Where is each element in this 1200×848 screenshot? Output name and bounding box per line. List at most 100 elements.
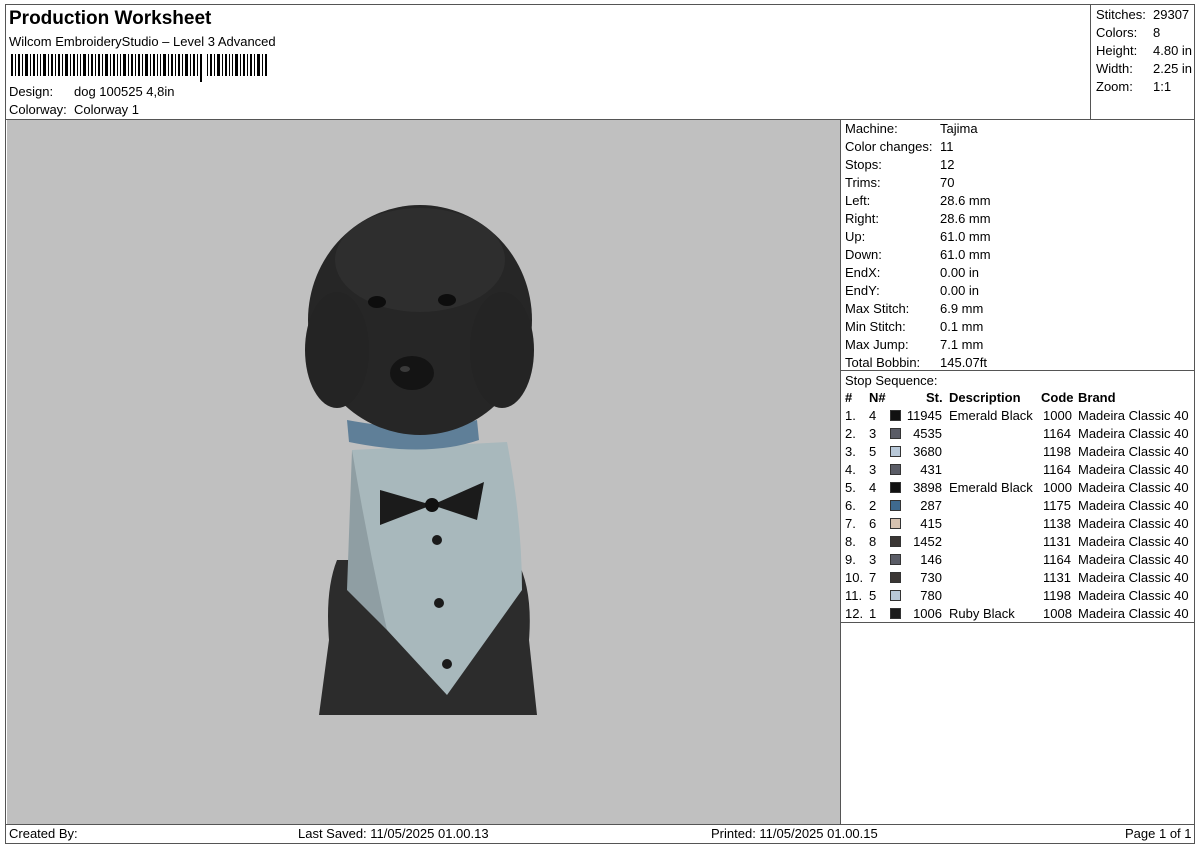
stop-needle: 5 bbox=[869, 444, 877, 459]
color-swatch bbox=[890, 590, 901, 601]
stop-needle: 3 bbox=[869, 462, 877, 477]
page-title: Production Worksheet bbox=[9, 8, 212, 29]
machine-value: 7.1 mm bbox=[940, 337, 984, 352]
machine-row: Right: 28.6 mm bbox=[845, 211, 991, 226]
machine-label: EndY: bbox=[845, 283, 880, 298]
summary-height: Height: 4.80 in bbox=[1096, 43, 1192, 58]
machine-label: Trims: bbox=[845, 175, 881, 190]
stop-brand: Madeira Classic 40 bbox=[1078, 606, 1189, 621]
stop-description: Emerald Black bbox=[949, 480, 1033, 495]
stop-brand: Madeira Classic 40 bbox=[1078, 534, 1189, 549]
machine-row: Trims: 70 bbox=[845, 175, 954, 190]
summary-label: Stitches: bbox=[1096, 7, 1146, 22]
color-swatch bbox=[890, 518, 901, 529]
stop-brand: Madeira Classic 40 bbox=[1078, 426, 1189, 441]
stop-code: 1164 bbox=[1043, 462, 1071, 477]
color-swatch bbox=[890, 554, 901, 565]
summary-value: 4.80 in bbox=[1153, 43, 1193, 58]
summary-value: 8 bbox=[1153, 25, 1161, 40]
stop-stitches: 1452 bbox=[913, 534, 942, 549]
stop-code: 1008 bbox=[1043, 606, 1072, 621]
stop-num: 11. bbox=[845, 588, 863, 603]
embroidery-dog-image bbox=[305, 205, 537, 715]
stop-brand: Madeira Classic 40 bbox=[1078, 570, 1189, 585]
machine-row: Max Jump: 7.1 mm bbox=[845, 337, 983, 352]
machine-label: Down: bbox=[845, 247, 882, 262]
summary-value: 29307 bbox=[1153, 7, 1190, 22]
machine-row: Max Stitch: 6.9 mm bbox=[845, 301, 983, 316]
stop-code: 1198 bbox=[1043, 588, 1071, 603]
machine-label: Left: bbox=[845, 193, 871, 208]
stop-num: 7. bbox=[845, 516, 856, 531]
color-swatch bbox=[890, 464, 901, 475]
color-swatch bbox=[890, 500, 901, 511]
machine-label: Color changes: bbox=[845, 139, 933, 154]
stop-num: 3. bbox=[845, 444, 856, 459]
color-swatch bbox=[890, 536, 901, 547]
col-brand: Brand bbox=[1078, 390, 1116, 405]
stop-code: 1131 bbox=[1043, 534, 1071, 549]
stop-needle: 5 bbox=[869, 588, 877, 603]
stop-num: 5. bbox=[845, 480, 856, 495]
stop-code: 1164 bbox=[1043, 426, 1071, 441]
machine-label: Total Bobbin: bbox=[845, 355, 921, 370]
stop-stitches: 431 bbox=[920, 462, 942, 477]
barcode bbox=[11, 54, 267, 82]
color-swatch bbox=[890, 608, 901, 619]
summary-label: Width: bbox=[1096, 61, 1133, 76]
machine-row: Min Stitch: 0.1 mm bbox=[845, 319, 983, 334]
stop-brand: Madeira Classic 40 bbox=[1078, 444, 1189, 459]
machine-row: Down: 61.0 mm bbox=[845, 247, 991, 262]
stop-stitches: 730 bbox=[920, 570, 942, 585]
footer-page: Page 1 of 1 bbox=[1125, 826, 1192, 841]
design-label: Design: bbox=[9, 84, 54, 99]
stop-needle: 4 bbox=[869, 408, 877, 423]
machine-value: 61.0 mm bbox=[940, 247, 991, 262]
color-swatch bbox=[890, 482, 901, 493]
machine-value: 12 bbox=[940, 157, 955, 172]
machine-value: 70 bbox=[940, 175, 955, 190]
machine-value: Tajima bbox=[940, 121, 978, 136]
stop-needle: 4 bbox=[869, 480, 877, 495]
stop-needle: 3 bbox=[869, 426, 877, 441]
summary-value: 2.25 in bbox=[1153, 61, 1193, 76]
colorway-label: Colorway: bbox=[9, 102, 67, 117]
machine-value: 61.0 mm bbox=[940, 229, 991, 244]
machine-label: Machine: bbox=[845, 121, 898, 136]
machine-value: 28.6 mm bbox=[940, 193, 991, 208]
summary-stitches: Stitches: 29307 bbox=[1096, 7, 1189, 22]
machine-row: Color changes: 11 bbox=[845, 139, 954, 154]
col-stitches: St. bbox=[926, 390, 943, 405]
stop-stitches: 11945 bbox=[906, 408, 942, 423]
stop-stitches: 780 bbox=[920, 588, 942, 603]
color-swatch bbox=[890, 410, 901, 421]
software-subtitle: Wilcom EmbroideryStudio – Level 3 Advanc… bbox=[9, 34, 276, 49]
panel-divider bbox=[840, 119, 841, 825]
color-swatch bbox=[890, 572, 901, 583]
stop-brand: Madeira Classic 40 bbox=[1078, 480, 1189, 495]
machine-row: Left: 28.6 mm bbox=[845, 193, 991, 208]
stop-description: Emerald Black bbox=[949, 408, 1033, 423]
stop-brand: Madeira Classic 40 bbox=[1078, 462, 1189, 477]
stop-brand: Madeira Classic 40 bbox=[1078, 498, 1189, 513]
footer-created-by: Created By: bbox=[9, 826, 78, 841]
design-preview bbox=[7, 120, 840, 824]
design-value: dog 100525 4,8in bbox=[74, 84, 175, 99]
stop-num: 6. bbox=[845, 498, 856, 513]
stop-table-end bbox=[841, 622, 1194, 623]
machine-row: EndY: 0.00 in bbox=[845, 283, 979, 298]
machine-row: EndX: 0.00 in bbox=[845, 265, 979, 280]
stop-num: 1. bbox=[845, 408, 856, 423]
footer-last-saved: Last Saved: 11/05/2025 01.00.13 bbox=[298, 826, 489, 841]
stop-needle: 3 bbox=[869, 552, 877, 567]
col-description: Description bbox=[949, 390, 1021, 405]
stop-needle: 8 bbox=[869, 534, 877, 549]
color-swatch bbox=[890, 446, 901, 457]
summary-label: Colors: bbox=[1096, 25, 1138, 40]
summary-colors: Colors: 8 bbox=[1096, 25, 1160, 40]
stop-description: Ruby Black bbox=[949, 606, 1015, 621]
machine-row: Machine: Tajima bbox=[845, 121, 978, 136]
colorway-value: Colorway 1 bbox=[74, 102, 140, 117]
machine-value: 0.1 mm bbox=[940, 319, 984, 334]
stop-stitches: 287 bbox=[920, 498, 942, 513]
